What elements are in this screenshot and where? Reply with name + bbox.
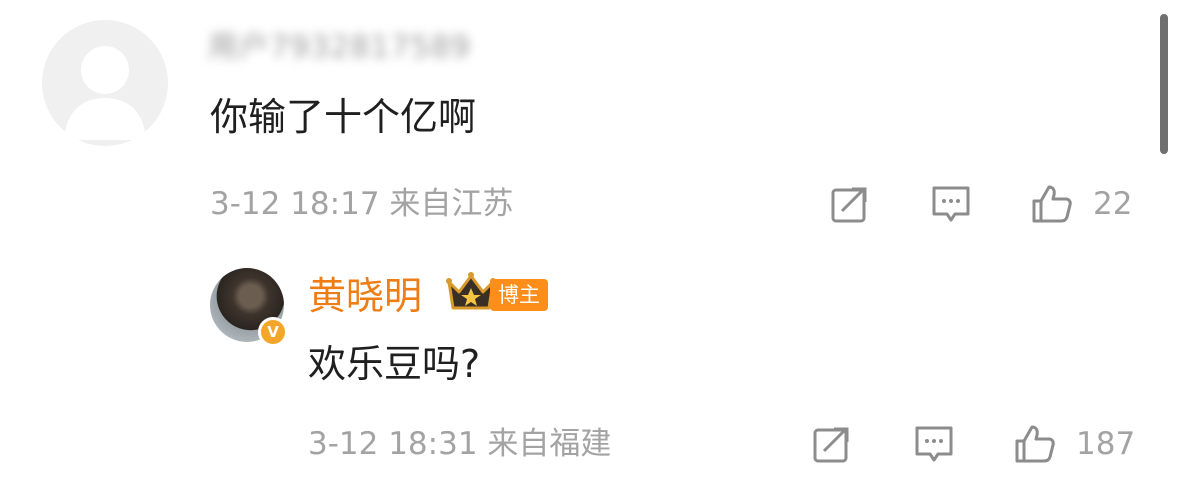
comment-text: 你输了十个亿啊 [210, 95, 477, 139]
verified-badge: V [258, 317, 288, 347]
reply-location: 来自福建 [487, 426, 612, 462]
like-button[interactable] [1027, 179, 1077, 229]
repost-icon [813, 427, 849, 463]
comment-username[interactable]: 用户7932817589 [208, 28, 550, 68]
scrollbar[interactable] [1160, 14, 1168, 154]
comment-button[interactable] [926, 179, 976, 229]
reply-repost-button[interactable] [807, 419, 857, 469]
reply-text: 欢乐豆吗? [308, 342, 481, 386]
default-avatar-icon [64, 46, 146, 140]
repost-button[interactable] [825, 179, 875, 229]
reply-comment-button[interactable] [909, 419, 959, 469]
reply-like-count: 187 [1076, 426, 1136, 462]
repost-icon [831, 187, 867, 223]
blogger-badge: 博主 [490, 279, 548, 311]
like-count: 22 [1093, 186, 1133, 222]
comment-date: 3-12 18:17 [210, 186, 380, 222]
comment-location: 来自江苏 [389, 186, 514, 222]
reply-like-button[interactable] [1010, 419, 1060, 469]
reply-date: 3-12 18:31 [308, 426, 478, 462]
author-name[interactable]: 黄晓明 [308, 272, 422, 320]
like-icon [1015, 425, 1055, 463]
default-avatar[interactable] [42, 20, 168, 146]
like-icon [1032, 185, 1072, 223]
comment-icon [932, 186, 970, 222]
reply-meta: 3-12 18:31 来自福建 [308, 424, 611, 464]
comment-icon [915, 426, 953, 462]
comment-meta: 3-12 18:17 来自江苏 [210, 184, 513, 224]
